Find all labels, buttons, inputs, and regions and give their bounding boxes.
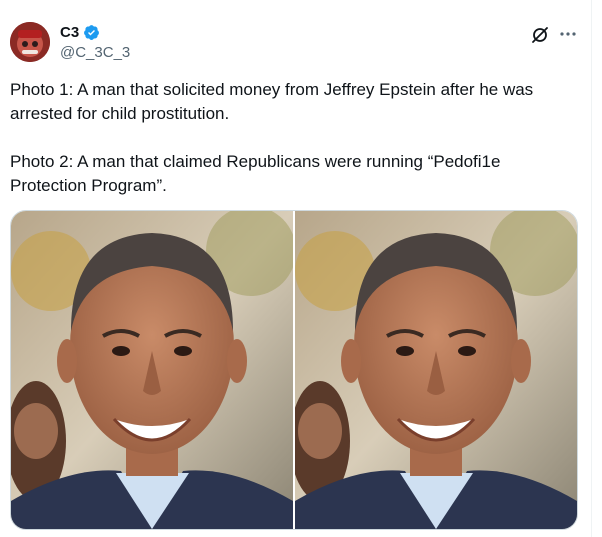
tweet-paragraph-1: Photo 1: A man that solicited money from… bbox=[10, 80, 534, 123]
photo-2[interactable] bbox=[295, 211, 577, 529]
tweet-paragraph-2: Photo 2: A man that claimed Republicans … bbox=[10, 152, 501, 195]
more-options-icon[interactable] bbox=[558, 24, 578, 44]
photo-1[interactable] bbox=[11, 211, 293, 529]
column-divider bbox=[591, 0, 592, 537]
author-name-row[interactable]: C3 bbox=[60, 24, 100, 41]
tweet-text: Photo 1: A man that solicited money from… bbox=[10, 78, 580, 198]
tweet-media[interactable] bbox=[10, 210, 578, 530]
tweet-card[interactable]: C3 @C_3C_3 Photo 1: A man that solicited… bbox=[0, 0, 602, 537]
avatar[interactable] bbox=[10, 22, 50, 62]
author-handle[interactable]: @C_3C_3 bbox=[60, 44, 130, 61]
verified-badge-icon bbox=[83, 24, 100, 41]
avatar-image bbox=[10, 22, 50, 62]
grok-icon[interactable] bbox=[530, 25, 550, 45]
author-display-name[interactable]: C3 bbox=[60, 24, 79, 41]
